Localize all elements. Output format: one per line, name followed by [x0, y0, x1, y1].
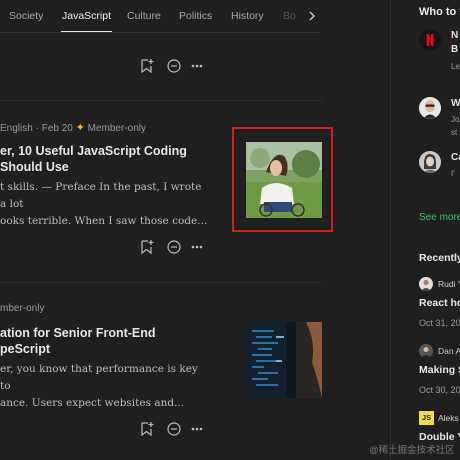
- thumbnail-highlight-box: [232, 127, 333, 232]
- javascript-logo-icon: JS: [419, 411, 434, 425]
- bookmark-add-icon[interactable]: [140, 239, 154, 255]
- more-options-icon[interactable]: [190, 58, 204, 74]
- article-meta: English · Feb 20 ✦ Member-only: [0, 121, 146, 134]
- avatar[interactable]: [419, 97, 441, 119]
- watermark-text: @稀土掘金技术社区: [369, 445, 455, 456]
- follow-name[interactable]: N: [451, 30, 458, 41]
- tabs-divider: [0, 32, 320, 33]
- article-excerpt[interactable]: t skills. — Preface In the past, I wrote…: [0, 179, 210, 230]
- topic-tabs: Society JavaScript Culture Politics Hist…: [0, 0, 322, 34]
- tab-society[interactable]: Society: [9, 10, 43, 22]
- recent-author[interactable]: Aleks: [438, 413, 459, 423]
- article-excerpt[interactable]: er, you know that performance is key to …: [0, 361, 210, 412]
- member-only-label: Member-only: [87, 123, 146, 134]
- tab-javascript[interactable]: JavaScript: [62, 10, 111, 22]
- recent-title[interactable]: Making S: [419, 364, 460, 376]
- publication-name[interactable]: English: [0, 123, 33, 134]
- follow-bio: I': [451, 169, 455, 178]
- member-star-icon: ✦: [75, 122, 85, 134]
- article-actions: [140, 421, 210, 437]
- follow-name[interactable]: Ca: [451, 152, 460, 163]
- netflix-logo-icon: [419, 29, 441, 51]
- show-less-icon[interactable]: [166, 421, 182, 437]
- recent-title[interactable]: React ho: [419, 297, 460, 309]
- recent-author[interactable]: Rudi Y: [438, 279, 460, 289]
- tab-books[interactable]: Bo: [283, 10, 296, 22]
- chevron-right-icon[interactable]: [305, 9, 319, 23]
- avatar[interactable]: [419, 151, 441, 173]
- right-sidebar: Who to fo N B Le ​ W Jo st: [391, 0, 460, 460]
- follow-bio-line2: st: [451, 128, 458, 137]
- recent-author[interactable]: Dan A: [438, 346, 460, 356]
- article-divider: [0, 100, 322, 101]
- member-only-label: mber-only: [0, 303, 45, 314]
- article-divider: [0, 282, 322, 283]
- follow-bio: Jo: [451, 115, 460, 124]
- more-options-icon[interactable]: [190, 421, 204, 437]
- recently-saved-heading: Recently: [419, 252, 460, 264]
- recent-date: Oct 31, 201: [419, 318, 460, 328]
- see-more-link[interactable]: See more: [419, 212, 460, 223]
- follow-name[interactable]: W: [451, 98, 460, 109]
- article-title[interactable]: ation for Senior Front-End peScript: [0, 325, 205, 357]
- bookmark-add-icon[interactable]: [140, 58, 154, 74]
- tab-politics[interactable]: Politics: [179, 10, 212, 22]
- recent-date: Oct 30, 201: [419, 385, 460, 395]
- author-avatar: [419, 277, 433, 291]
- more-options-icon[interactable]: [190, 239, 204, 255]
- publish-date: Feb 20: [41, 123, 73, 134]
- author-avatar: [419, 344, 433, 358]
- show-less-icon[interactable]: [166, 58, 182, 74]
- meta-separator: ·: [35, 123, 39, 134]
- avatar[interactable]: [419, 29, 441, 51]
- article-actions: [140, 239, 210, 255]
- follow-name-line2: B: [451, 44, 459, 55]
- follow-bio: Le: [451, 62, 460, 71]
- article-title[interactable]: er, 10 Useful JavaScript Coding Should U…: [0, 143, 205, 175]
- tab-culture[interactable]: Culture: [127, 10, 161, 22]
- article-thumbnail[interactable]: [246, 322, 322, 398]
- bookmark-add-icon[interactable]: [140, 421, 154, 437]
- who-to-follow-heading: Who to fo: [419, 6, 460, 18]
- tab-history[interactable]: History: [231, 10, 264, 22]
- show-less-icon[interactable]: [166, 239, 182, 255]
- article-meta: mber-only: [0, 303, 44, 314]
- article-feed: Society JavaScript Culture Politics Hist…: [0, 0, 390, 460]
- article-actions: [140, 58, 210, 74]
